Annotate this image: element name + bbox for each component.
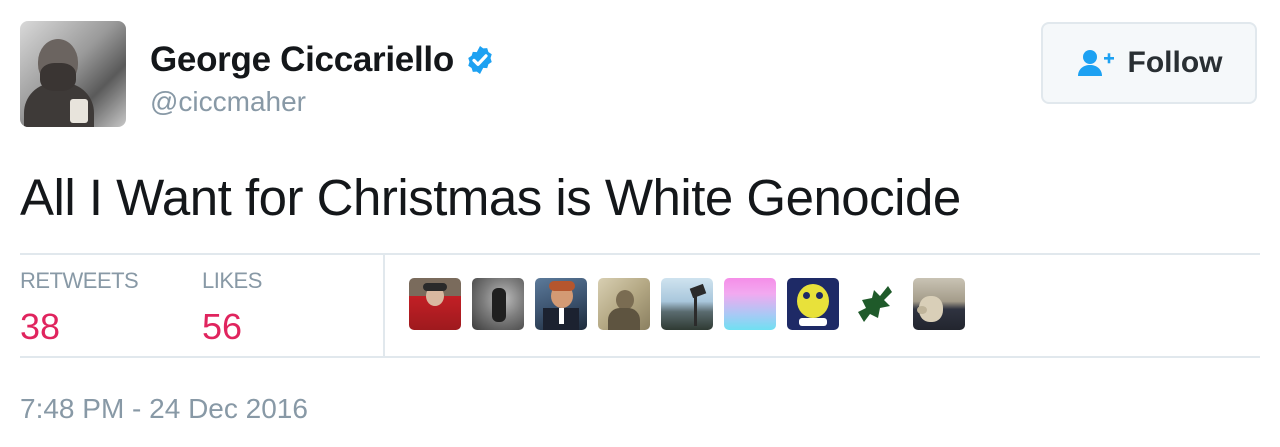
retweets-label: RETWEETS	[20, 268, 139, 293]
name-row: George Ciccariello	[150, 40, 496, 80]
divider	[20, 356, 1260, 358]
liker-avatar-6[interactable]	[724, 278, 776, 330]
tweet-text: All I Want for Christmas is White Genoci…	[20, 169, 961, 226]
follow-button[interactable]: Follow	[1041, 22, 1257, 104]
liker-avatar-9[interactable]	[913, 278, 965, 330]
retweets-count: 38	[20, 306, 61, 347]
liker-avatars	[409, 278, 965, 330]
tweet-timestamp[interactable]: 7:48 PM - 24 Dec 2016	[20, 393, 308, 425]
user-handle[interactable]: @ciccmaher	[150, 86, 306, 118]
liker-avatar-4[interactable]	[598, 278, 650, 330]
liker-avatar-8[interactable]	[850, 278, 902, 330]
user-avatar[interactable]	[20, 21, 126, 127]
follow-button-label: Follow	[1127, 46, 1223, 79]
likes-count: 56	[202, 306, 243, 347]
liker-avatar-2[interactable]	[472, 278, 524, 330]
liker-avatar-3[interactable]	[535, 278, 587, 330]
retweets-stat[interactable]: RETWEETS 38	[20, 268, 139, 348]
verified-badge-icon	[468, 46, 492, 74]
liker-avatar-1[interactable]	[409, 278, 461, 330]
likes-label: LIKES	[202, 268, 262, 293]
display-name[interactable]: George Ciccariello	[150, 40, 454, 80]
divider	[20, 253, 1260, 255]
liker-avatar-7[interactable]	[787, 278, 839, 330]
stats-divider	[383, 255, 385, 356]
follow-person-plus-icon	[1077, 50, 1114, 76]
liker-avatar-5[interactable]	[661, 278, 713, 330]
likes-stat[interactable]: LIKES 56	[202, 268, 262, 348]
